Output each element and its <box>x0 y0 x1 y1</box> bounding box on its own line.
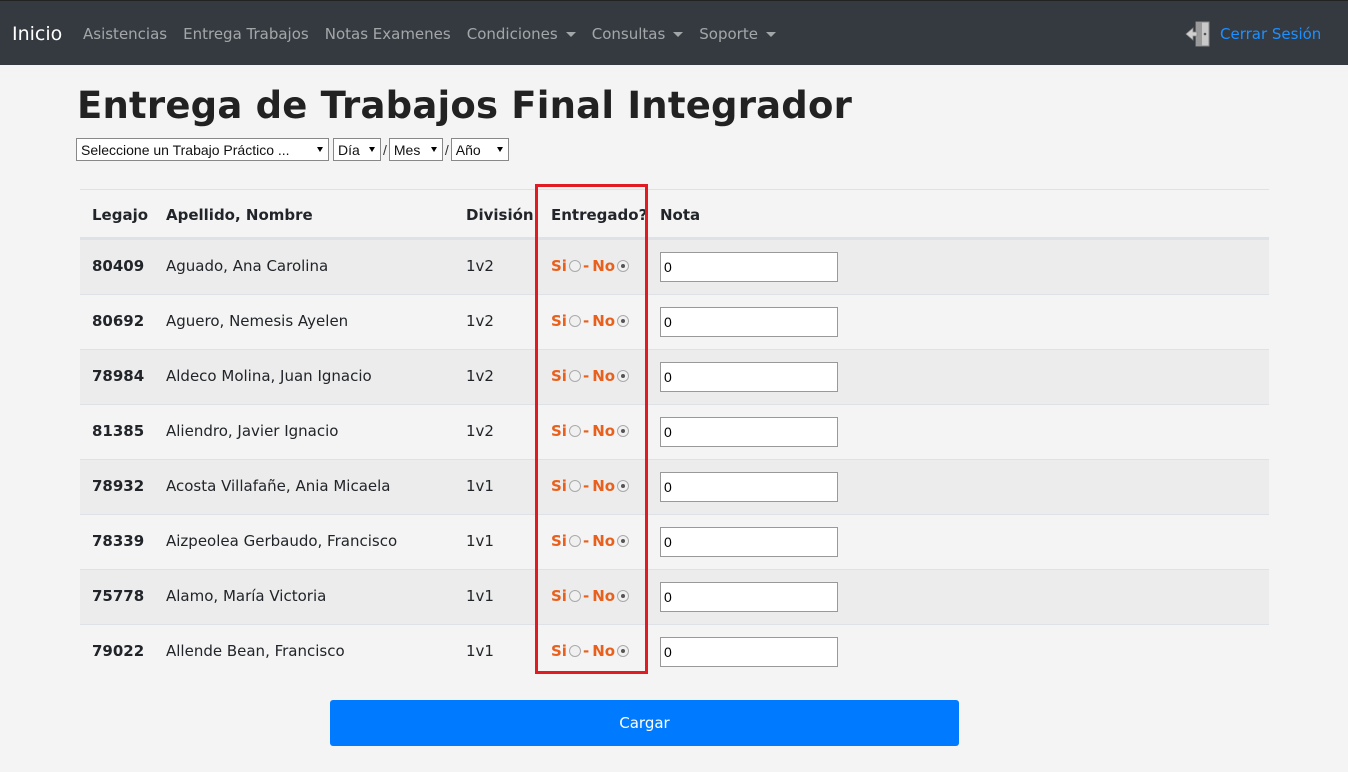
entregado-highlight-box <box>535 184 648 674</box>
table-row: 80692 Aguero, Nemesis Ayelen 1v2 Si - No 0 <box>80 294 1269 349</box>
nombre-cell: Alamo, María Victoria <box>166 587 327 605</box>
nombre-cell: Aizpeolea Gerbaudo, Francisco <box>166 532 398 550</box>
legajo-cell: 78339 <box>92 532 145 550</box>
nombre-cell: Aguero, Nemesis Ayelen <box>166 312 349 330</box>
division-cell: 1v1 <box>466 587 494 605</box>
caret-down-icon <box>673 31 684 37</box>
nav-notas-examenes[interactable]: Notas Examenes <box>325 25 451 43</box>
anio-select[interactable]: Año <box>450 138 509 161</box>
nav-condiciones-label: Condiciones <box>466 25 558 43</box>
division-cell: 1v2 <box>466 312 494 330</box>
trabajo-select[interactable]: Seleccione un Trabajo Práctico ... <box>76 138 329 161</box>
page-title: Entrega de Trabajos Final Integrador <box>77 84 853 127</box>
legajo-cell: 75778 <box>92 587 145 605</box>
logout-link[interactable]: Cerrar Sesión <box>1184 19 1321 49</box>
nav-soporte-dropdown[interactable]: Soporte <box>699 25 776 43</box>
nombre-cell: Aguado, Ana Carolina <box>166 257 329 275</box>
cargar-button[interactable]: Cargar <box>330 700 959 746</box>
header-nota: Nota <box>660 206 701 224</box>
division-cell: 1v2 <box>466 257 494 275</box>
dropdown-arrow-icon <box>317 147 323 152</box>
legajo-cell: 79022 <box>92 642 145 660</box>
logout-door-icon <box>1185 21 1210 47</box>
top-navbar: Inicio Asistencias Entrega Trabajos Nota… <box>0 0 1348 65</box>
date-separator: / <box>383 141 387 158</box>
nav-links: Asistencias Entrega Trabajos Notas Exame… <box>83 25 792 43</box>
date-filters: Seleccione un Trabajo Práctico ... Día /… <box>76 138 509 161</box>
date-separator: / <box>444 141 449 158</box>
nota-input[interactable]: 0 <box>660 582 838 612</box>
nav-soporte-label: Soporte <box>699 25 758 43</box>
table-row: 75778 Alamo, María Victoria 1v1 Si - No 0 <box>80 569 1269 624</box>
header-nombre: Apellido, Nombre <box>166 206 313 224</box>
legajo-cell: 80409 <box>92 257 145 275</box>
trabajo-select-value: Seleccione un Trabajo Práctico ... <box>81 141 290 158</box>
nombre-cell: Aldeco Molina, Juan Ignacio <box>166 367 372 385</box>
nombre-cell: Allende Bean, Francisco <box>166 642 345 660</box>
division-cell: 1v2 <box>466 367 494 385</box>
nota-input[interactable]: 0 <box>660 527 838 557</box>
nav-entrega-trabajos[interactable]: Entrega Trabajos <box>183 25 309 43</box>
logout-label: Cerrar Sesión <box>1220 25 1322 43</box>
table-header: Legajo Apellido, Nombre División Entrega… <box>80 189 1269 239</box>
dia-select-value: Día <box>338 141 360 158</box>
nav-consultas-dropdown[interactable]: Consultas <box>592 25 684 43</box>
nota-input[interactable]: 0 <box>660 252 838 282</box>
mes-select-value: Mes <box>393 141 421 158</box>
dropdown-arrow-icon <box>369 147 375 152</box>
header-division: División <box>466 206 534 224</box>
nav-condiciones-dropdown[interactable]: Condiciones <box>467 25 576 43</box>
nombre-cell: Acosta Villafañe, Ania Micaela <box>166 477 391 495</box>
dropdown-arrow-icon <box>496 147 503 152</box>
anio-select-value: Año <box>455 141 481 158</box>
header-legajo: Legajo <box>92 206 149 224</box>
nota-input[interactable]: 0 <box>660 637 838 667</box>
table-row: 81385 Aliendro, Javier Ignacio 1v2 Si - No 0 <box>80 404 1269 459</box>
table-row: 79022 Allende Bean, Francisco 1v1 Si - No 0 <box>80 624 1269 679</box>
table-body: 80409 Aguado, Ana Carolina 1v2 Si - No 0 80692 A… <box>80 239 1269 679</box>
nota-input[interactable]: 0 <box>660 362 838 392</box>
nota-input[interactable]: 0 <box>660 417 838 447</box>
division-cell: 1v1 <box>466 477 494 495</box>
nombre-cell: Aliendro, Javier Ignacio <box>166 422 339 440</box>
nav-asistencias[interactable]: Asistencias <box>83 25 167 43</box>
table-row: 80409 Aguado, Ana Carolina 1v2 Si - No 0 <box>80 239 1269 294</box>
brand-link[interactable]: Inicio <box>12 23 62 45</box>
table-row: 78932 Acosta Villafañe, Ania Micaela 1v1 Si… <box>80 459 1269 514</box>
students-table: Legajo Apellido, Nombre División Entrega… <box>80 189 1269 679</box>
division-cell: 1v1 <box>466 642 494 660</box>
legajo-cell: 78932 <box>92 477 145 495</box>
nav-consultas-label: Consultas <box>591 25 666 43</box>
table-row: 78984 Aldeco Molina, Juan Ignacio 1v2 Si - No… <box>80 349 1269 404</box>
caret-down-icon <box>565 31 576 37</box>
legajo-cell: 81385 <box>92 422 145 440</box>
table-row: 78339 Aizpeolea Gerbaudo, Francisco 1v1 Si -… <box>80 514 1269 569</box>
dia-select[interactable]: Día <box>333 138 381 161</box>
caret-down-icon <box>765 31 776 37</box>
division-cell: 1v1 <box>466 532 494 550</box>
nota-input[interactable]: 0 <box>660 472 838 502</box>
mes-select[interactable]: Mes <box>388 138 443 161</box>
nota-input[interactable]: 0 <box>660 307 838 337</box>
legajo-cell: 80692 <box>92 312 145 330</box>
division-cell: 1v2 <box>466 422 494 440</box>
dropdown-arrow-icon <box>430 147 437 152</box>
legajo-cell: 78984 <box>92 367 145 385</box>
